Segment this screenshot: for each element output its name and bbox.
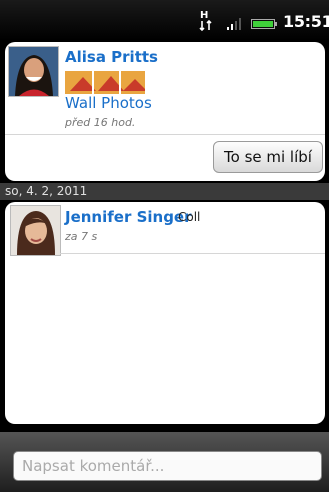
comment-timestamp: za 7 s [65, 230, 98, 243]
comment-bar [0, 432, 329, 492]
comment-card: Jennifer Singer Coll za 7 s [5, 202, 325, 424]
status-bar: H 15:51 [0, 0, 329, 40]
comment-author[interactable]: Jennifer Singer [65, 208, 192, 226]
wall-photos-link[interactable]: Wall Photos [65, 94, 152, 112]
post-timestamp: před 16 hod. [65, 116, 136, 129]
avatar[interactable] [8, 46, 59, 97]
avatar[interactable] [10, 205, 61, 256]
svg-text:H: H [200, 10, 208, 21]
post-author[interactable]: Alisa Pritts [65, 48, 158, 66]
post-card: Alisa Pritts Wall Photos před 16 hod. To… [5, 42, 325, 181]
like-button[interactable]: To se mi líbí [213, 141, 323, 173]
profile-photo-icon [11, 206, 60, 255]
divider [60, 253, 325, 254]
battery-icon [251, 19, 277, 29]
comment-input[interactable] [13, 451, 322, 481]
date-header: so, 4. 2, 2011 [0, 183, 329, 200]
divider [5, 134, 325, 135]
profile-photo-icon [9, 47, 58, 96]
signal-icon [227, 18, 241, 30]
photo-thumbnails[interactable] [65, 71, 145, 94]
network-activity-icon: H [199, 10, 212, 32]
photo-strip-icon [65, 71, 145, 94]
comment-text: Coll [178, 210, 201, 224]
clock: 15:51 [283, 12, 329, 31]
